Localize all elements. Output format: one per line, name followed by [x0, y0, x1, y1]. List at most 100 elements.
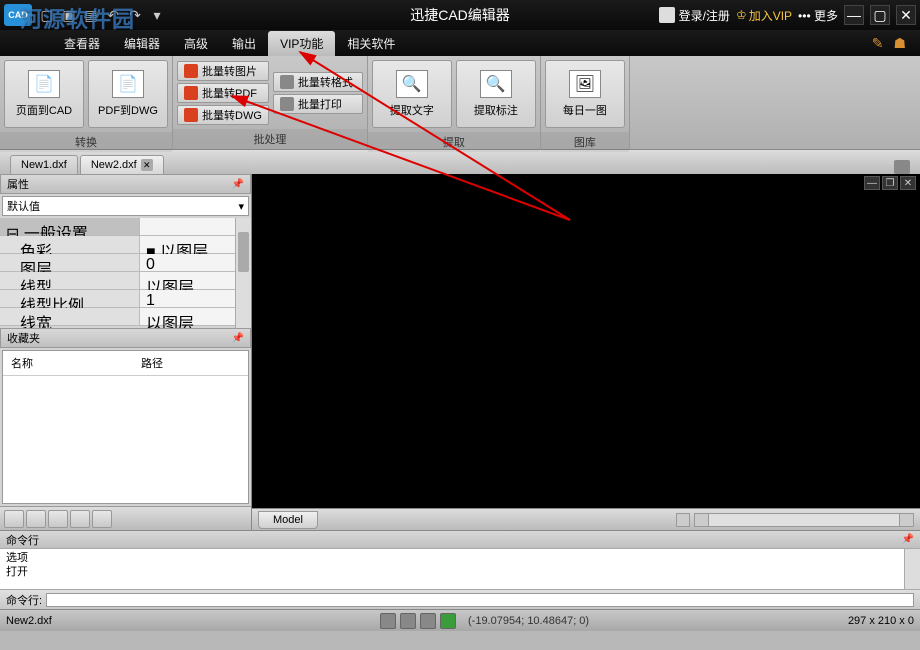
model-bar: Model	[252, 508, 920, 530]
pin-icon[interactable]: 📌	[902, 534, 914, 545]
status-icon-1[interactable]	[380, 613, 396, 629]
drawing-canvas[interactable]: — ❐ ✕	[252, 174, 920, 508]
menu-item-3[interactable]: 输出	[220, 31, 268, 56]
group-label: 转换	[0, 132, 172, 152]
group-label: 提取	[368, 132, 540, 152]
canvas-area: — ❐ ✕ Model	[252, 174, 920, 530]
crown-icon: ♔	[736, 8, 747, 22]
menu-item-4[interactable]: VIP功能	[268, 31, 335, 56]
chevron-down-icon: ▾	[238, 200, 244, 213]
menu-item-2[interactable]: 高级	[172, 31, 220, 56]
btn-label: 页面到CAD	[16, 102, 72, 118]
favorites-toolbar	[0, 506, 251, 530]
btn-label: 批量打印	[298, 96, 342, 112]
header-label: 属性	[7, 176, 29, 192]
status-filename: New2.dxf	[6, 615, 52, 627]
login-label: 登录/注册	[679, 7, 730, 24]
properties-dropdown[interactable]: 默认值 ▾	[2, 196, 249, 216]
qat-dropdown-icon[interactable]: ▾	[148, 6, 166, 24]
ribbon: 📄页面到CAD 📄PDF到DWG 转换 批量转图片 批量转PDF 批量转DWG …	[0, 56, 920, 150]
command-prompt: 命令行:	[6, 592, 42, 608]
fav-btn-2[interactable]	[26, 510, 46, 528]
doc-icon	[280, 75, 294, 89]
batch-to-image-button[interactable]: 批量转图片	[177, 61, 269, 81]
extract-annotation-button[interactable]: 🔍提取标注	[456, 60, 536, 128]
property-row[interactable]: 线型比例1	[0, 290, 251, 308]
ribbon-group-convert: 📄页面到CAD 📄PDF到DWG 转换	[0, 56, 173, 149]
horizontal-scrollbar[interactable]	[694, 513, 914, 527]
extract-text-button[interactable]: 🔍提取文字	[372, 60, 452, 128]
more-label: 更多	[814, 9, 838, 23]
canvas-close-icon[interactable]: ✕	[900, 176, 916, 190]
pen-icon[interactable]: ✎	[872, 35, 884, 52]
col-name[interactable]: 名称	[3, 351, 133, 375]
minimize-button[interactable]: —	[844, 5, 864, 25]
login-button[interactable]: 登录/注册	[659, 7, 730, 24]
dropdown-value: 默认值	[7, 198, 40, 214]
header-label: 命令行	[6, 532, 39, 548]
group-label: 图库	[541, 132, 629, 152]
scrollbar-thumb[interactable]	[238, 232, 249, 272]
menu-item-0[interactable]: 查看器	[52, 31, 112, 56]
fav-btn-1[interactable]	[4, 510, 24, 528]
doc-icon	[184, 108, 198, 122]
btn-label: PDF到DWG	[98, 102, 158, 118]
section-header[interactable]: ⊟ 一般设置	[0, 218, 140, 235]
maximize-button[interactable]: ▢	[870, 5, 890, 25]
watermark-text: 河源软件园	[20, 2, 135, 34]
scrollbar[interactable]	[904, 549, 920, 589]
app-title: 迅捷CAD编辑器	[410, 5, 510, 25]
property-row[interactable]: 图层0	[0, 254, 251, 272]
status-icon-4[interactable]	[440, 613, 456, 629]
batch-to-pdf-button[interactable]: 批量转PDF	[177, 83, 269, 103]
model-tab[interactable]: Model	[258, 511, 318, 529]
pdf-to-dwg-button[interactable]: 📄PDF到DWG	[88, 60, 168, 128]
canvas-restore-icon[interactable]: ❐	[882, 176, 898, 190]
status-coords: (-19.07954; 10.48647; 0)	[468, 615, 589, 627]
fav-btn-4[interactable]	[70, 510, 90, 528]
scroll-dropdown-icon[interactable]	[676, 513, 690, 527]
btn-label: 提取文字	[390, 102, 434, 118]
cmd-line: 打开	[6, 565, 914, 579]
tabs-expand-icon[interactable]	[894, 160, 910, 174]
command-input[interactable]	[46, 593, 914, 607]
header-label: 收藏夹	[7, 330, 40, 346]
pin-icon[interactable]: 📌	[232, 179, 244, 190]
property-row[interactable]: 线型以图层	[0, 272, 251, 290]
property-row[interactable]: 线宽以图层	[0, 308, 251, 326]
close-button[interactable]: ✕	[896, 5, 916, 25]
batch-to-dwg-button[interactable]: 批量转DWG	[177, 105, 269, 125]
canvas-minimize-icon[interactable]: —	[864, 176, 880, 190]
ribbon-group-batch: 批量转图片 批量转PDF 批量转DWG 批量转格式 批量打印 批处理	[173, 56, 368, 149]
favorites-header: 收藏夹 📌	[0, 328, 251, 348]
main-area: 属性 📌 默认值 ▾ ⊟ 一般设置 色彩■ 以图层图层0线型以图层线型比例1线宽以图…	[0, 174, 920, 530]
status-icon-3[interactable]	[420, 613, 436, 629]
doc-icon	[184, 86, 198, 100]
more-button[interactable]: ••• 更多	[798, 7, 838, 24]
vip-button[interactable]: ♔ 加入VIP	[736, 7, 792, 24]
btn-label: 提取标注	[474, 102, 518, 118]
menu-item-5[interactable]: 相关软件	[335, 31, 407, 56]
batch-print-button[interactable]: 批量打印	[273, 94, 363, 114]
document-tab-0[interactable]: New1.dxf	[10, 155, 78, 174]
tab-close-icon[interactable]: ✕	[141, 159, 153, 171]
btn-label: 批量转图片	[202, 63, 257, 79]
daily-image-button[interactable]: 🖼每日一图	[545, 60, 625, 128]
fav-btn-5[interactable]	[92, 510, 112, 528]
fav-btn-3[interactable]	[48, 510, 68, 528]
hat-icon[interactable]: ☗	[893, 35, 906, 52]
btn-label: 批量转DWG	[202, 107, 262, 123]
menu-item-1[interactable]: 编辑器	[112, 31, 172, 56]
status-icon-2[interactable]	[400, 613, 416, 629]
print-icon	[280, 97, 294, 111]
col-path[interactable]: 路径	[133, 351, 171, 375]
property-row[interactable]: 色彩■ 以图层	[0, 236, 251, 254]
batch-format-button[interactable]: 批量转格式	[273, 72, 363, 92]
properties-table: ⊟ 一般设置 色彩■ 以图层图层0线型以图层线型比例1线宽以图层	[0, 218, 251, 328]
titlebar: CAD ▢ ▣ ▤ ↶ ↷ ▾ 迅捷CAD编辑器 登录/注册 ♔ 加入VIP •…	[0, 0, 920, 30]
page-to-cad-button[interactable]: 📄页面到CAD	[4, 60, 84, 128]
pin-icon[interactable]: 📌	[232, 333, 244, 344]
scrollbar[interactable]	[235, 218, 251, 328]
avatar-icon	[659, 7, 675, 23]
document-tab-1[interactable]: New2.dxf✕	[80, 155, 164, 174]
